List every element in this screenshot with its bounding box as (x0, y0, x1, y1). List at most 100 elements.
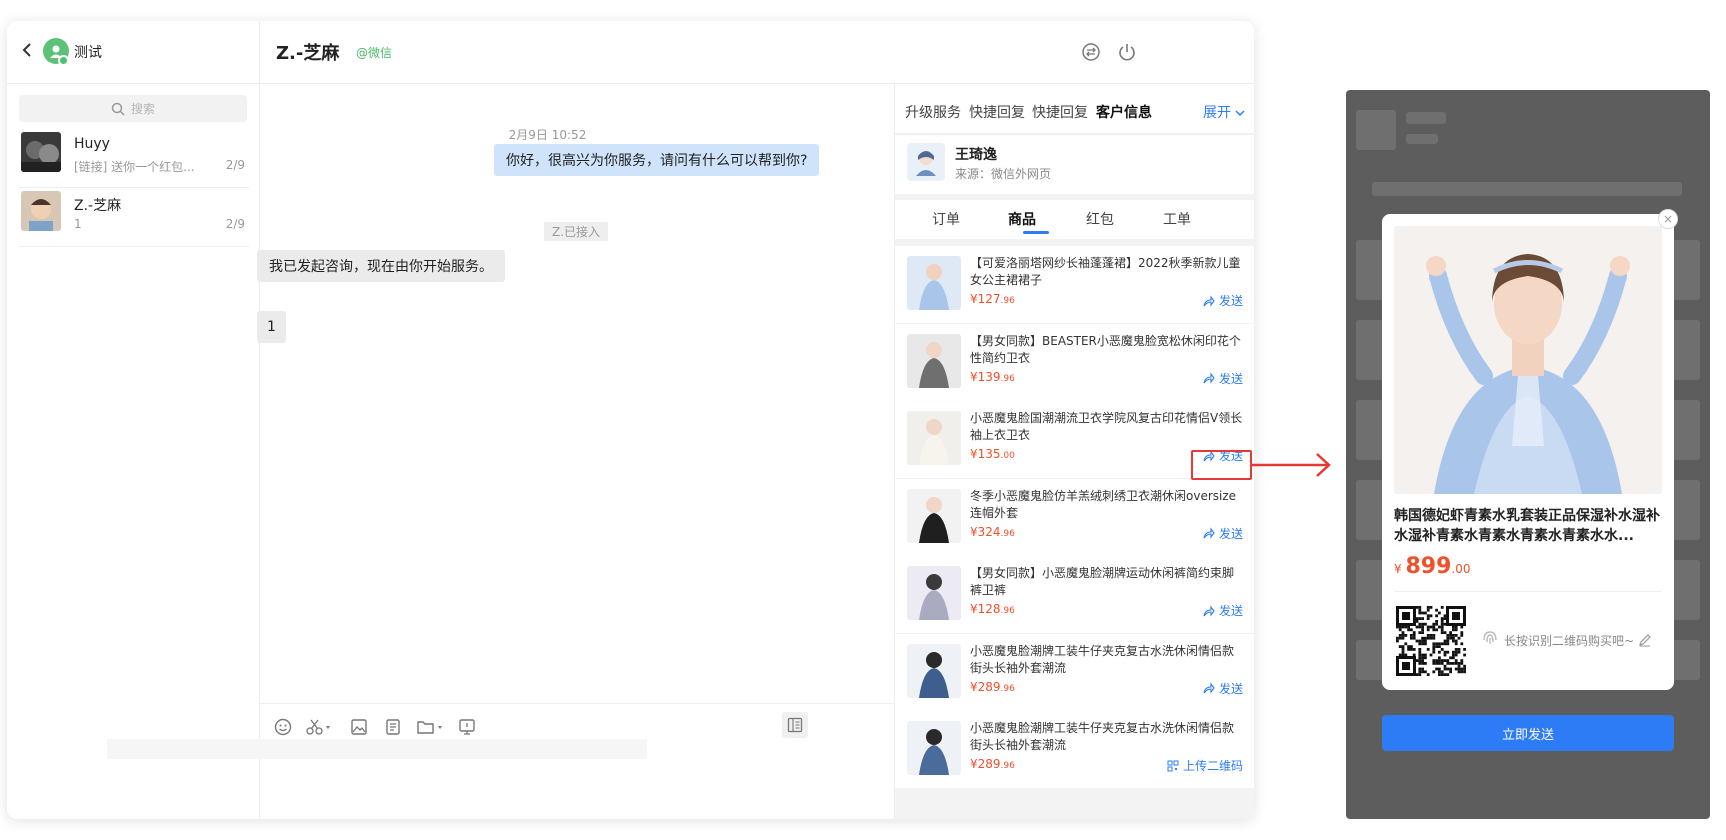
subtab-products[interactable]: 商品 (1008, 209, 1036, 229)
customer-subtabs: 订单 商品 红包 工单 (895, 200, 1254, 239)
search-input[interactable]: 搜索 (19, 95, 247, 122)
edit-icon[interactable] (1638, 632, 1652, 651)
product-thumbnail (907, 256, 961, 310)
product-thumbnail (907, 333, 961, 388)
online-status-dot (58, 55, 69, 66)
system-notice: Z.已接入 (544, 222, 608, 241)
message-bubble-customer: 1 (257, 311, 286, 343)
product-title: 小恶魔鬼脸潮牌工装牛仔夹克复古水洗休闲情侣款街头长袖外套潮流 (970, 643, 1235, 675)
close-icon[interactable]: × (1658, 209, 1678, 229)
share-icon (1203, 294, 1215, 307)
price-currency: ¥ (1394, 562, 1402, 576)
subtab-tickets[interactable]: 工单 (1163, 209, 1191, 229)
product-title: 韩国德妃虾青素水乳套装正品保湿补水湿补水湿补青素水青素水青素水青素水水... (1394, 508, 1660, 544)
power-icon[interactable] (1116, 41, 1138, 63)
sidebar-header: 测试 (7, 21, 260, 84)
customer-name: 王琦逸 (955, 147, 997, 163)
message-bubble-customer: 我已发起咨询，现在由你开始服务。 (257, 250, 505, 282)
send-product-button[interactable]: 发送 (1203, 292, 1243, 309)
conversation-count: 2/9 (225, 217, 245, 231)
send-now-button[interactable]: 立即发送 (1382, 715, 1674, 751)
share-icon (1203, 682, 1215, 694)
tab-customer-info[interactable]: 客户信息 (1096, 102, 1152, 122)
transfer-chat-icon[interactable] (1080, 41, 1102, 63)
conversation-preview: 1 (74, 217, 82, 231)
divider (1394, 591, 1662, 592)
send-product-button[interactable]: 发送 (1203, 525, 1243, 542)
product-title: 小恶魔鬼脸国潮潮流卫衣学院风复古印花情侣V领长袖上衣卫衣 (970, 411, 1243, 442)
product-item: 小恶魔鬼脸潮牌工装牛仔夹克复古水洗休闲情侣款街头长袖外套潮流 ¥289.96 发送 (895, 633, 1254, 711)
screen-share-icon[interactable] (458, 718, 476, 740)
price-integer: 899 (1405, 554, 1452, 579)
product-thumbnail (907, 411, 961, 465)
arrow-right-icon (1251, 453, 1331, 477)
send-product-button[interactable]: 发送 (1203, 680, 1243, 697)
conversation-item-zhima[interactable]: Z.-芝麻 1 2/9 (19, 183, 249, 247)
product-price: ¥139.96 (970, 369, 1015, 384)
chat-messages: 2月9日 10:52 你好，很高兴为你服务，请问有什么可以帮到你? Z.已接入 … (257, 84, 894, 819)
conversation-name: Z.-芝麻 (74, 198, 122, 214)
conversation-preview: [链接] 送你一个红包... (74, 160, 195, 174)
product-item: 冬季小恶魔鬼脸仿羊羔绒刺绣卫衣潮休闲oversize连帽外套 ¥324.96 发送 (895, 478, 1254, 556)
app-window: 测试 搜索 Huyy [链接] 送你一个红包... 2/9 Z.-芝麻 1 2/… (7, 21, 1254, 819)
conversation-count: 2/9 (225, 158, 245, 172)
message-bubble-agent: 你好，很高兴为你服务，请问有什么可以帮到你? (494, 144, 820, 176)
chat-header: Z.-芝麻 @微信 (260, 21, 1254, 84)
product-thumbnail (907, 643, 961, 698)
mobile-preview: × 韩国德妃虾青素水乳套装正品保湿补水湿补水湿补青素水青素水青素水青素水水...… (1346, 90, 1710, 819)
message-input[interactable] (260, 749, 894, 819)
panel-toggle-icon[interactable] (782, 712, 808, 738)
product-title: 【可爱洛丽塔网纱长袖蓬蓬裙】2022秋季新款儿童女公主裙裙子 (970, 256, 1241, 287)
contact-channel-tag: @微信 (356, 46, 393, 60)
search-placeholder: 搜索 (130, 102, 155, 116)
upload-qr-button[interactable]: 上传二维码 (1167, 757, 1243, 774)
share-icon (1203, 604, 1215, 617)
divider (107, 739, 647, 759)
send-product-button[interactable]: 发送 (1203, 370, 1243, 387)
sidebar: 测试 搜索 Huyy [链接] 送你一个红包... 2/9 Z.-芝麻 1 2/… (7, 21, 260, 819)
price-cents: .00 (1451, 562, 1471, 576)
folder-icon[interactable] (416, 718, 446, 740)
product-price: ¥135.00 (970, 447, 1015, 461)
back-icon[interactable] (21, 42, 33, 63)
scissors-icon[interactable] (306, 718, 334, 740)
emoji-icon[interactable] (274, 718, 292, 740)
subtab-indicator (1023, 231, 1049, 234)
product-price: ¥324.96 (970, 524, 1015, 539)
share-icon (1203, 372, 1215, 384)
product-item: 小恶魔鬼脸潮牌工装牛仔夹克复古水洗休闲情侣款街头长袖外套潮流 ¥289.96 上传二… (895, 711, 1254, 788)
product-share-card: × 韩国德妃虾青素水乳套装正品保湿补水湿补水湿补青素水青素水青素水青素水水...… (1382, 209, 1678, 690)
expand-button[interactable]: 展开 (1203, 102, 1245, 122)
avatar (21, 191, 61, 231)
product-thumbnail (907, 488, 961, 543)
product-item: 【男女同款】小恶魔鬼脸潮牌运动休闲裤简约束脚裤卫裤 ¥128.96 发送 (895, 556, 1254, 633)
tab-quick-reply[interactable]: 快捷回复 (969, 102, 1025, 122)
product-price: ¥289.96 (970, 757, 1015, 771)
product-title: 【男女同款】小恶魔鬼脸潮牌运动休闲裤简约束脚裤卫裤 (970, 566, 1235, 597)
subtab-red-packets[interactable]: 红包 (1086, 209, 1114, 229)
document-icon[interactable] (384, 718, 402, 740)
customer-card: 王琦逸 来源：微信外网页 (895, 135, 1254, 194)
customer-source: 来源：微信外网页 (955, 167, 1052, 181)
tab-upgrade-service[interactable]: 升级服务 (905, 102, 961, 122)
product-title: 【男女同款】BEASTER小恶魔鬼脸宽松休闲印花个性简约卫衣 (970, 333, 1241, 365)
product-thumbnail (907, 566, 961, 620)
product-price: ¥128.96 (970, 602, 1015, 616)
qr-hint: 长按识别二维码购买吧~ (1504, 634, 1635, 648)
product-thumbnail (907, 721, 961, 775)
qr-code (1396, 606, 1466, 676)
tab-quick-reply-2[interactable]: 快捷回复 (1032, 102, 1088, 122)
send-product-button[interactable]: 发送 (1203, 602, 1243, 619)
image-icon[interactable] (350, 718, 368, 740)
avatar (21, 132, 61, 172)
expand-label: 展开 (1203, 105, 1231, 121)
search-icon (111, 102, 125, 116)
highlight-box (1191, 450, 1252, 480)
product-title: 小恶魔鬼脸潮牌工装牛仔夹克复古水洗休闲情侣款街头长袖外套潮流 (970, 721, 1235, 752)
message-timestamp: 2月9日 10:52 (508, 128, 587, 142)
contact-name: Z.-芝麻 (276, 43, 340, 64)
qr-icon (1167, 760, 1179, 771)
conversation-item-huyy[interactable]: Huyy [链接] 送你一个红包... 2/9 (19, 124, 249, 188)
subtab-orders[interactable]: 订单 (932, 209, 960, 229)
panel-tabs: 升级服务 快捷回复 快捷回复 客户信息 展开 (895, 84, 1254, 134)
